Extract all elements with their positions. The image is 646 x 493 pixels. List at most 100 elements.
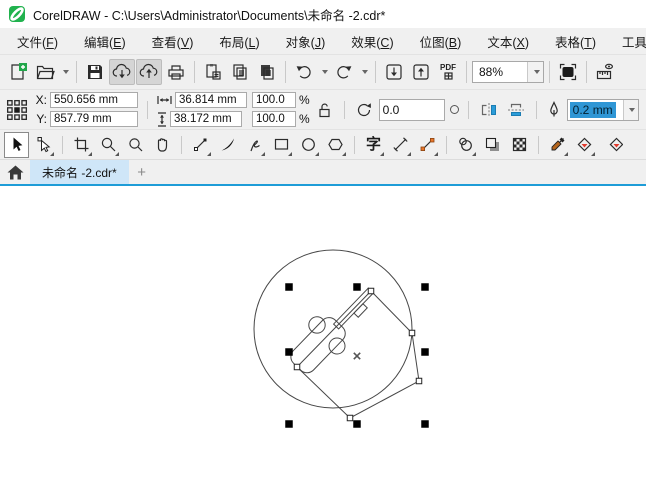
- open-dropdown[interactable]: [59, 59, 71, 85]
- rectangle-tool[interactable]: [269, 132, 294, 158]
- new-tab-button[interactable]: +: [129, 160, 155, 184]
- paste-button[interactable]: [200, 59, 226, 85]
- polygon-tool[interactable]: [323, 132, 348, 158]
- open-folder-icon: [35, 62, 55, 82]
- menu-layout[interactable]: 布局(L): [206, 28, 272, 55]
- redo-button[interactable]: [331, 59, 357, 85]
- document-tab-active[interactable]: 未命名 -2.cdr*: [30, 160, 129, 184]
- scale-vertical-input[interactable]: [252, 111, 296, 127]
- checkerboard-icon: [511, 136, 528, 153]
- outline-width-value: 0.2 mm: [570, 102, 616, 118]
- object-height-input[interactable]: [170, 111, 242, 127]
- undo-button[interactable]: [291, 59, 317, 85]
- open-button[interactable]: [32, 59, 58, 85]
- shape-tool[interactable]: [31, 132, 56, 158]
- menu-view[interactable]: 查看(V): [139, 28, 207, 55]
- zoom-level-dropdown[interactable]: [527, 62, 543, 82]
- separator: [446, 136, 447, 154]
- show-rulers-button[interactable]: [592, 59, 618, 85]
- scale-horizontal-input[interactable]: [252, 92, 296, 108]
- full-screen-preview-button[interactable]: [555, 59, 581, 85]
- interactive-fill-tool[interactable]: [572, 132, 597, 158]
- zoom-tool[interactable]: [96, 132, 121, 158]
- publish-pdf-button[interactable]: PDF: [435, 59, 461, 85]
- transparency-tool[interactable]: [507, 132, 532, 158]
- pan-tool[interactable]: [150, 132, 175, 158]
- welcome-home-button[interactable]: [0, 160, 30, 184]
- chevron-down-icon: [534, 70, 540, 74]
- redo-icon: [334, 62, 354, 82]
- undo-dropdown[interactable]: [318, 59, 330, 85]
- redo-dropdown[interactable]: [358, 59, 370, 85]
- save-to-cloud-button[interactable]: [136, 59, 162, 85]
- menu-effects[interactable]: 效果(C): [338, 28, 406, 55]
- magnifier-icon: [127, 136, 144, 153]
- zoom-tool-alt[interactable]: [123, 132, 148, 158]
- connector-tool[interactable]: [415, 132, 440, 158]
- cloud-download-icon: [111, 62, 133, 82]
- separator: [344, 101, 345, 119]
- color-eyedropper-tool[interactable]: [545, 132, 570, 158]
- plus-icon: +: [137, 164, 146, 181]
- menu-file[interactable]: 文件(F): [4, 28, 71, 55]
- dimension-tool[interactable]: [388, 132, 413, 158]
- curve-node: [347, 415, 353, 421]
- x-position-input[interactable]: [50, 92, 138, 108]
- full-screen-preview-icon: [558, 62, 578, 82]
- lock-ratio-button[interactable]: [315, 99, 335, 121]
- separator: [536, 101, 537, 119]
- crop-tool[interactable]: [69, 132, 94, 158]
- smart-fill-tool[interactable]: [599, 132, 624, 158]
- import-button[interactable]: [381, 59, 407, 85]
- curve-node: [409, 330, 415, 336]
- document-tab-label: 未命名 -2.cdr*: [42, 164, 117, 181]
- pick-tool[interactable]: [4, 132, 29, 158]
- object-width-input[interactable]: [175, 92, 247, 108]
- new-document-button[interactable]: [5, 59, 31, 85]
- drawing-canvas[interactable]: [0, 186, 646, 493]
- connector-line-icon: [419, 136, 436, 153]
- save-button[interactable]: [82, 59, 108, 85]
- separator: [586, 61, 587, 83]
- y-position-input[interactable]: [50, 111, 138, 127]
- zoom-level-combobox[interactable]: 88%: [472, 61, 544, 83]
- contour-tool[interactable]: [453, 132, 478, 158]
- outline-pen-icon: [546, 101, 562, 119]
- copy-button[interactable]: [227, 59, 253, 85]
- curve-node: [368, 288, 374, 294]
- toolbox: 字: [0, 130, 646, 160]
- export-button[interactable]: [408, 59, 434, 85]
- import-icon: [384, 62, 404, 82]
- drop-shadow-tool[interactable]: [480, 132, 505, 158]
- save-icon: [85, 62, 105, 82]
- separator: [62, 136, 63, 154]
- menu-table[interactable]: 表格(T): [542, 28, 609, 55]
- mirror-vertical-icon: [507, 102, 525, 118]
- freehand-tool[interactable]: [188, 132, 213, 158]
- open-from-cloud-button[interactable]: [109, 59, 135, 85]
- ellipse-tool[interactable]: [296, 132, 321, 158]
- hand-icon: [154, 136, 171, 153]
- selection-handle: [353, 283, 361, 291]
- menu-text[interactable]: 文本(X): [474, 28, 542, 55]
- object-position-icon[interactable]: [6, 99, 28, 121]
- mirror-vertical-button[interactable]: [505, 99, 527, 121]
- artistic-media-tool[interactable]: [215, 132, 240, 158]
- paste-icon: [203, 62, 223, 82]
- menu-tools[interactable]: 工具(O): [609, 28, 646, 55]
- mirror-horizontal-button[interactable]: [478, 99, 500, 121]
- drop-shadow-icon: [484, 136, 501, 153]
- menu-edit[interactable]: 编辑(E): [71, 28, 139, 55]
- print-button[interactable]: [163, 59, 189, 85]
- rotation-angle-input[interactable]: [379, 99, 445, 121]
- text-tool[interactable]: 字: [361, 132, 386, 158]
- duplicate-button[interactable]: [254, 59, 280, 85]
- export-icon: [411, 62, 431, 82]
- contour-circles-icon: [457, 136, 474, 153]
- menu-bitmaps[interactable]: 位图(B): [407, 28, 475, 55]
- title-bar: CorelDRAW - C:\Users\Administrator\Docum…: [0, 0, 646, 28]
- outline-width-combobox[interactable]: 0.2 mm: [567, 99, 639, 121]
- menu-object[interactable]: 对象(J): [273, 28, 339, 55]
- outline-width-dropdown[interactable]: [623, 100, 638, 120]
- pen-tool[interactable]: [242, 132, 267, 158]
